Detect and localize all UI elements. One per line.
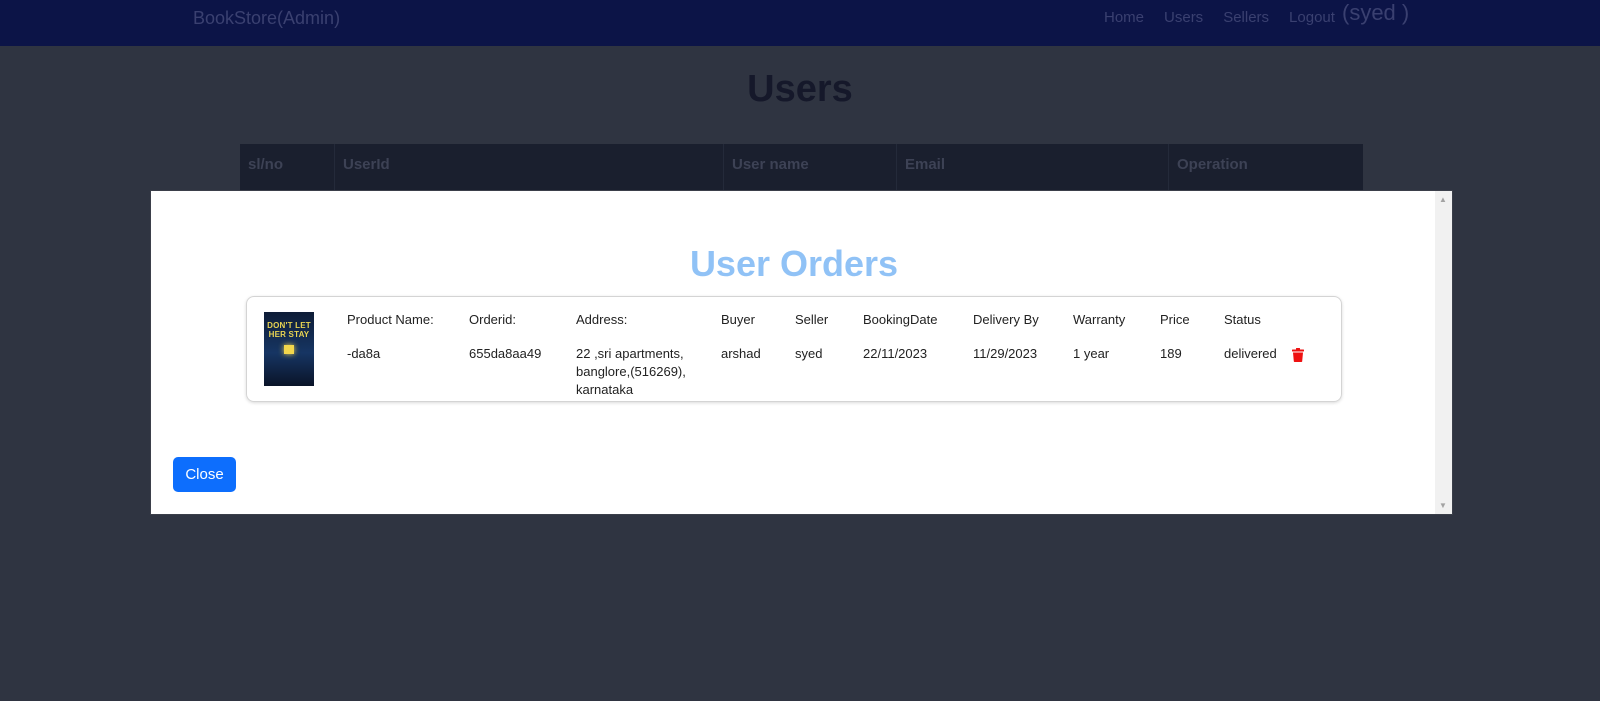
delivery-by-value: 11/29/2023 [973,346,1038,361]
modal-title: User Orders [689,243,899,284]
th-username: User name [724,144,897,190]
seller-value: syed [795,346,823,361]
status-value: delivered [1224,346,1277,361]
nav-link-sellers[interactable]: Sellers [1223,9,1269,26]
th-operation: Operation [1177,156,1248,173]
close-button[interactable]: Close [173,457,236,492]
address-line-1: 22 ,sri apartments, [576,346,684,361]
nav-link-home[interactable]: Home [1104,9,1144,26]
address-line-3: karnataka [576,382,634,397]
scroll-up-icon[interactable]: ▲ [1439,195,1447,204]
page-title: Users [747,68,853,110]
orderid-value: 655da8aa49 [469,346,542,361]
delivery-by-label: Delivery By [973,312,1039,327]
seller-label: Seller [795,312,829,327]
scroll-down-icon[interactable]: ▼ [1439,501,1447,510]
buyer-value: arshad [721,346,761,361]
nav-link-users[interactable]: Users [1164,9,1203,26]
warranty-value: 1 year [1073,346,1110,361]
navbar: BookStore(Admin) Home Users Sellers Logo… [0,0,1600,46]
trash-icon[interactable] [1292,348,1304,362]
nav-link-logout[interactable]: Logout [1289,9,1335,26]
status-label: Status [1224,312,1261,327]
address-line-2: banglore,(516269), [576,364,686,379]
price-label: Price [1160,312,1190,327]
user-orders-modal: ▲ ▼ User Orders DON'T LET HER STAY Produ… [150,190,1453,515]
address-value: 22 ,sri apartments, banglore,(516269), k… [576,345,686,399]
brand-logo[interactable]: BookStore(Admin) [193,8,340,29]
warranty-label: Warranty [1073,312,1126,327]
users-table-header: sl/no UserId User name Email Operation [240,144,1363,190]
booking-date-label: BookingDate [863,312,938,327]
product-name-value: -da8a [347,346,381,361]
th-email: Email [897,144,1169,190]
modal-scrollbar[interactable]: ▲ ▼ [1435,191,1452,514]
th-slno: sl/no [240,144,335,190]
book-cover-image: DON'T LET HER STAY [264,312,314,386]
buyer-label: Buyer [721,312,755,327]
orderid-label: Orderid: [469,312,516,327]
cover-window-glow [284,345,294,354]
th-userid: UserId [335,144,724,190]
cover-text: DON'T LET HER STAY [267,321,311,339]
user-name: (syed ) [1342,0,1410,25]
booking-date-value: 22/11/2023 [863,346,928,361]
address-label: Address: [576,312,628,327]
price-value: 189 [1160,346,1182,361]
order-card: DON'T LET HER STAY Product Name: -da8a O… [246,296,1342,402]
nav-links: Home Users Sellers Logout [1104,9,1355,26]
product-name-label: Product Name: [347,312,434,327]
